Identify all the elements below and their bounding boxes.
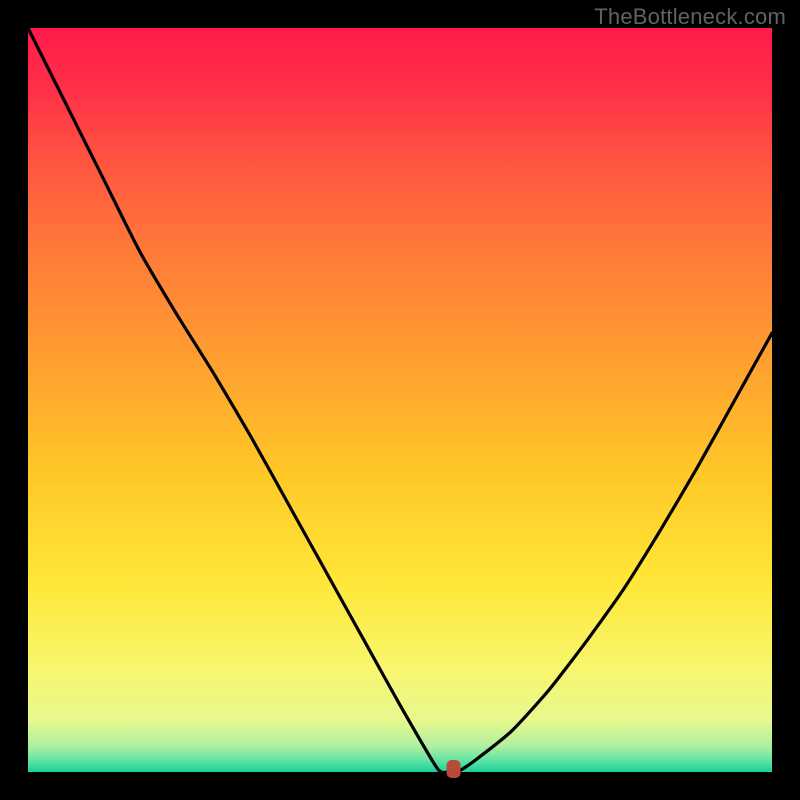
bottleneck-chart	[0, 0, 800, 800]
watermark-label: TheBottleneck.com	[594, 4, 786, 30]
plot-background	[28, 28, 772, 772]
chart-frame: TheBottleneck.com	[0, 0, 800, 800]
optimal-point-marker	[447, 760, 461, 778]
